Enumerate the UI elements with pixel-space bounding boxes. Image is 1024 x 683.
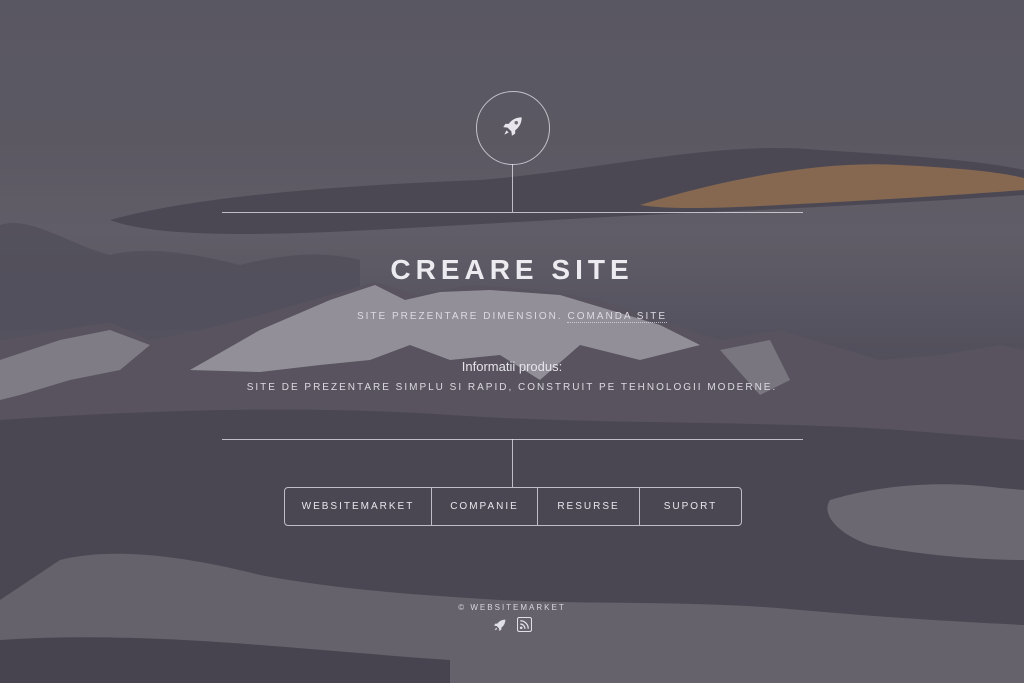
connector-line-bottom [512,439,513,487]
comanda-site-link[interactable]: COMANDA SITE [567,311,668,323]
nav-item-suport[interactable]: SUPORT [639,488,741,525]
footer-icons [492,616,533,638]
nav-item-resurse[interactable]: RESURSE [537,488,639,525]
rocket-icon[interactable] [492,617,508,638]
nav-item-websitemarket[interactable]: WEBSITEMARKET [285,488,431,525]
subtitle-text: SITE PREZENTARE DIMENSION. [356,311,563,322]
rocket-icon [500,113,526,144]
info-label: Informatii produs: [461,359,563,374]
page-subtitle: SITE PREZENTARE DIMENSION. COMANDA SITE [0,311,1024,323]
rss-icon[interactable] [516,616,533,637]
footer-copyright: © WEBSITEMARKET [458,603,566,612]
connector-line-top [512,164,513,212]
logo-circle [476,91,550,165]
info-text: SITE DE PREZENTARE SIMPLU SI RAPID, CONS… [246,382,778,393]
page-title: CREARE SITE [390,254,634,285]
divider-top [222,212,803,213]
nav-item-companie[interactable]: COMPANIE [431,488,537,525]
main-nav: WEBSITEMARKET COMPANIE RESURSE SUPORT [284,487,742,526]
